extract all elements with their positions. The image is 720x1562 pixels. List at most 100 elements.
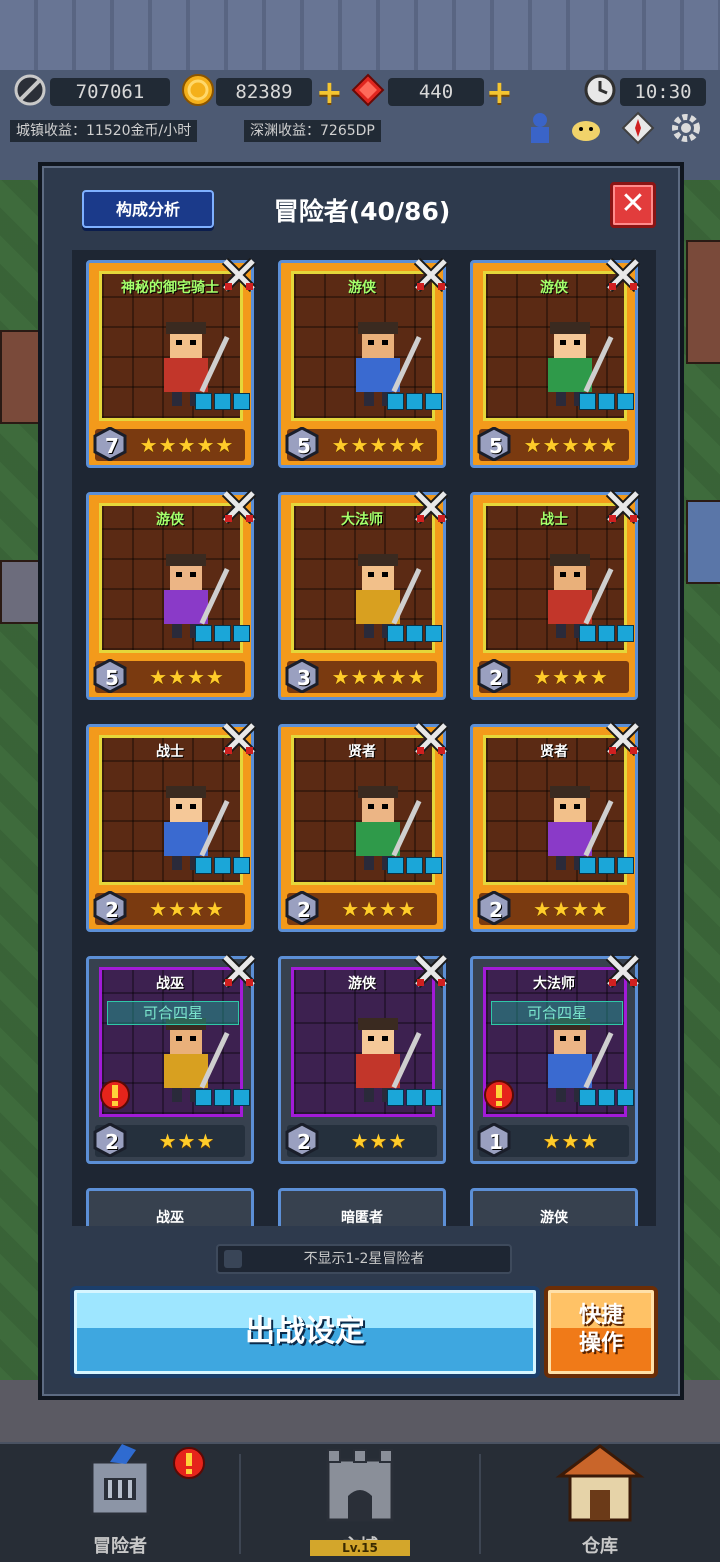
toggle-label: 不显示1-2星冒险者 — [303, 1251, 425, 1267]
close-button[interactable]: ✕ — [610, 182, 656, 228]
composition-analysis-button[interactable]: 构成分析 — [82, 190, 214, 228]
weapon-slot-icon — [387, 1089, 404, 1106]
armor-slot-icon — [406, 857, 423, 874]
adventurer-card[interactable]: 神秘的御宅骑士 7 ★★★★★ — [86, 257, 257, 468]
boots-slot-icon — [617, 1089, 634, 1106]
alert-icon — [172, 1446, 206, 1480]
equipment-slots — [195, 1089, 250, 1106]
weapon-slot-icon — [579, 1089, 596, 1106]
equipment-slots — [195, 393, 250, 410]
boots-slot-icon — [233, 857, 250, 874]
crossed-swords-icon[interactable] — [605, 489, 641, 525]
adventurer-card[interactable]: 战巫 可合四星 2 ★★★ — [86, 953, 257, 1164]
card-footer: 1 ★★★ — [477, 1122, 629, 1158]
hide-low-star-toggle[interactable]: 不显示1-2星冒险者 — [216, 1244, 512, 1274]
adventurer-card[interactable]: 战士 2 ★★★★ — [470, 489, 641, 700]
adventurer-card[interactable]: 战巫 — [86, 1188, 254, 1226]
boots-slot-icon — [425, 1089, 442, 1106]
crossed-swords-icon[interactable] — [605, 953, 641, 989]
building — [686, 500, 720, 584]
star-rating: ★★★★ — [533, 665, 609, 689]
weapon-slot-icon — [579, 393, 596, 410]
adventurer-icon[interactable] — [520, 108, 560, 148]
merge-tag: 可合四星 — [491, 1001, 623, 1025]
battle-settings-button[interactable]: 出战设定 — [70, 1286, 540, 1378]
clock-icon — [582, 72, 618, 108]
adventurer-card[interactable]: 战士 2 ★★★★ — [86, 721, 257, 932]
star-rating: ★★★★★ — [331, 433, 427, 457]
building — [0, 560, 40, 624]
armor-slot-icon — [598, 1089, 615, 1106]
gold-coin-icon — [180, 72, 216, 108]
star-rating: ★★★★ — [533, 897, 609, 921]
adventurer-card[interactable]: 游侠 5 ★★★★ — [86, 489, 257, 700]
level-number: 2 — [489, 666, 503, 690]
castle-wall — [0, 0, 720, 70]
adventurer-grid: 神秘的御宅骑士 7 ★★★★★ 游侠 5 ★★★★★ 游侠 5 ★★★★★ 游侠 5 ★★★★ 大法师 3… — [72, 250, 656, 1226]
gear-icon[interactable] — [666, 108, 706, 148]
adventurer-card[interactable]: 游侠 — [470, 1188, 638, 1226]
adventurer-card[interactable]: 暗匿者 — [278, 1188, 446, 1226]
adventurer-card[interactable]: 游侠 5 ★★★★★ — [278, 257, 449, 468]
crossed-swords-icon[interactable] — [413, 257, 449, 293]
adventurer-card[interactable]: 贤者 2 ★★★★ — [278, 721, 449, 932]
crossed-swords-icon[interactable] — [413, 953, 449, 989]
nav-label: 冒险者 — [93, 1536, 147, 1557]
armor-slot-icon — [214, 393, 231, 410]
armor-slot-icon — [598, 857, 615, 874]
equipment-slots — [579, 1089, 634, 1106]
card-footer: 2 ★★★ — [285, 1122, 437, 1158]
adventurer-card[interactable]: 游侠 2 ★★★ — [278, 953, 449, 1164]
crossed-swords-icon[interactable] — [221, 953, 257, 989]
quick-operation-button[interactable]: 快捷 操作 — [544, 1286, 658, 1378]
star-rating: ★★★★★ — [523, 433, 619, 457]
gem-value: 440 — [388, 78, 484, 106]
level-number: 2 — [105, 1130, 119, 1154]
equipment-slots — [579, 393, 634, 410]
adventurer-card[interactable]: 大法师 可合四星 1 ★★★ — [470, 953, 641, 1164]
boots-slot-icon — [425, 393, 442, 410]
star-rating: ★★★ — [158, 1129, 216, 1153]
pet-icon[interactable] — [566, 108, 606, 148]
alert-icon — [483, 1079, 515, 1111]
crossed-swords-icon[interactable] — [221, 257, 257, 293]
card-footer: 2 ★★★★ — [285, 890, 437, 926]
warehouse-icon — [550, 1440, 650, 1526]
card-footer: 2 ★★★★ — [93, 890, 245, 926]
level-number: 3 — [297, 666, 311, 690]
star-rating: ★★★ — [350, 1129, 408, 1153]
adventurer-card[interactable]: 贤者 2 ★★★★ — [470, 721, 641, 932]
adventurer-card[interactable]: 大法师 3 ★★★★★ — [278, 489, 449, 700]
card-footer: 3 ★★★★★ — [285, 658, 437, 694]
adventurer-card[interactable]: 游侠 5 ★★★★★ — [470, 257, 641, 468]
armor-slot-icon — [214, 625, 231, 642]
armor-slot-icon — [406, 1089, 423, 1106]
nav-warehouse[interactable]: 仓库 — [480, 1444, 720, 1562]
crossed-swords-icon[interactable] — [221, 721, 257, 757]
quick-label-line-1: 快捷 — [578, 1303, 623, 1328]
crossed-swords-icon[interactable] — [605, 257, 641, 293]
weapon-slot-icon — [195, 1089, 212, 1106]
battle-settings-label: 出战设定 — [245, 1314, 365, 1349]
crossed-swords-icon[interactable] — [221, 489, 257, 525]
armor-slot-icon — [214, 1089, 231, 1106]
equipment-slots — [387, 625, 442, 642]
crossed-swords-icon[interactable] — [605, 721, 641, 757]
crossed-swords-icon[interactable] — [413, 489, 449, 525]
crossed-swords-icon[interactable] — [413, 721, 449, 757]
add-gem-button[interactable]: + — [486, 76, 513, 108]
equipment-slots — [387, 393, 442, 410]
level-number: 5 — [489, 434, 503, 458]
compass-icon[interactable] — [618, 108, 658, 148]
top-hud: 707061 82389 + 440 + 10:30 城镇收益：11520金币/… — [0, 68, 720, 148]
red-gem-icon — [350, 72, 386, 108]
weapon-slot-icon — [387, 625, 404, 642]
card-footer: 2 ★★★★ — [477, 658, 629, 694]
armor-slot-icon — [406, 393, 423, 410]
quick-label-line-2: 操作 — [578, 1331, 623, 1356]
boots-slot-icon — [425, 857, 442, 874]
level-number: 5 — [105, 666, 119, 690]
add-gold-button[interactable]: + — [316, 76, 343, 108]
nav-adventurers[interactable]: 冒险者 — [0, 1444, 240, 1562]
adventurer-class: 暗匿者 — [341, 1210, 383, 1226]
